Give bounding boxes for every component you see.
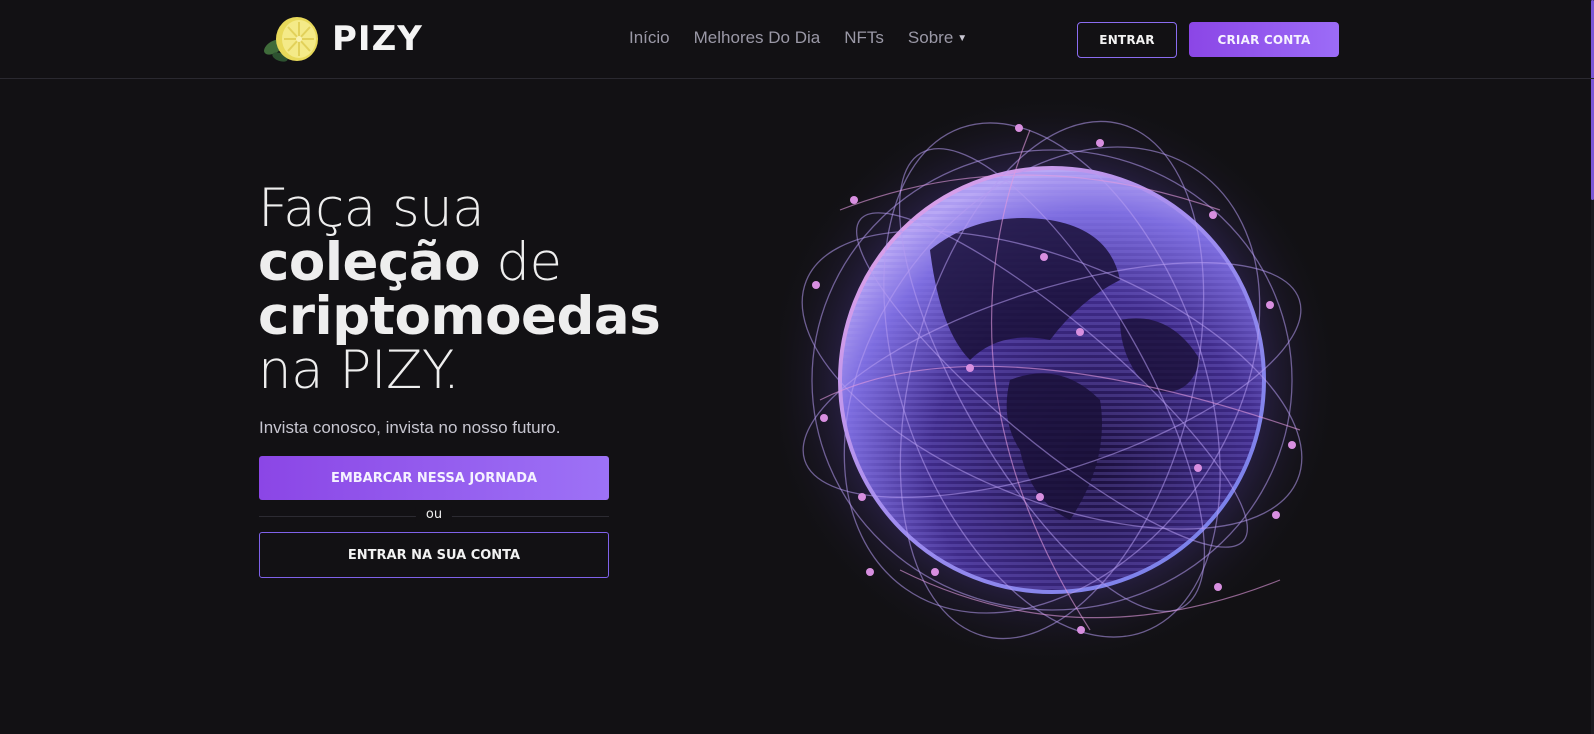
brand-logo[interactable]: PIZY	[260, 14, 423, 64]
hero-title-line-3: criptomoedas	[258, 286, 661, 347]
hero-subtitle: Invista conosco, invista no nosso futuro…	[259, 418, 561, 437]
hero-title-bold-word: coleção	[258, 232, 481, 293]
hero-title-line-2: coleção de	[258, 236, 698, 290]
site-header: PIZY Início Melhores Do Dia NFTs Sobre ▼…	[0, 0, 1594, 79]
lemon-logo-icon	[264, 17, 318, 62]
globe-illustration	[762, 90, 1360, 670]
start-journey-button[interactable]: EMBARCAR NESSA JORNADA	[259, 456, 609, 500]
brand-name: PIZY	[332, 19, 423, 59]
main-nav: Início Melhores Do Dia NFTs Sobre ▼	[629, 28, 967, 48]
signup-button[interactable]: CRIAR CONTA	[1189, 22, 1339, 57]
globe-svg	[762, 90, 1342, 670]
nav-item-sobre[interactable]: Sobre ▼	[908, 28, 967, 48]
or-divider: ou	[259, 507, 609, 525]
hero-title-line-4: na PIZY.	[258, 340, 460, 401]
hero-title-line-1: Faça sua	[258, 178, 485, 239]
nav-item-sobre-label: Sobre	[907, 28, 954, 47]
divider-text: ou	[415, 507, 453, 522]
login-button[interactable]: ENTRAR	[1077, 22, 1177, 58]
chevron-down-icon: ▼	[957, 32, 968, 44]
hero-title-light-word: de	[480, 232, 562, 293]
nav-item-nfts[interactable]: NFTs	[844, 28, 884, 48]
nav-item-inicio[interactable]: Início	[629, 28, 670, 48]
nav-item-melhores[interactable]: Melhores Do Dia	[694, 28, 821, 48]
login-account-button[interactable]: ENTRAR NA SUA CONTA	[259, 532, 609, 578]
hero-title: Faça sua coleção de criptomoedas na PIZY…	[258, 182, 698, 398]
